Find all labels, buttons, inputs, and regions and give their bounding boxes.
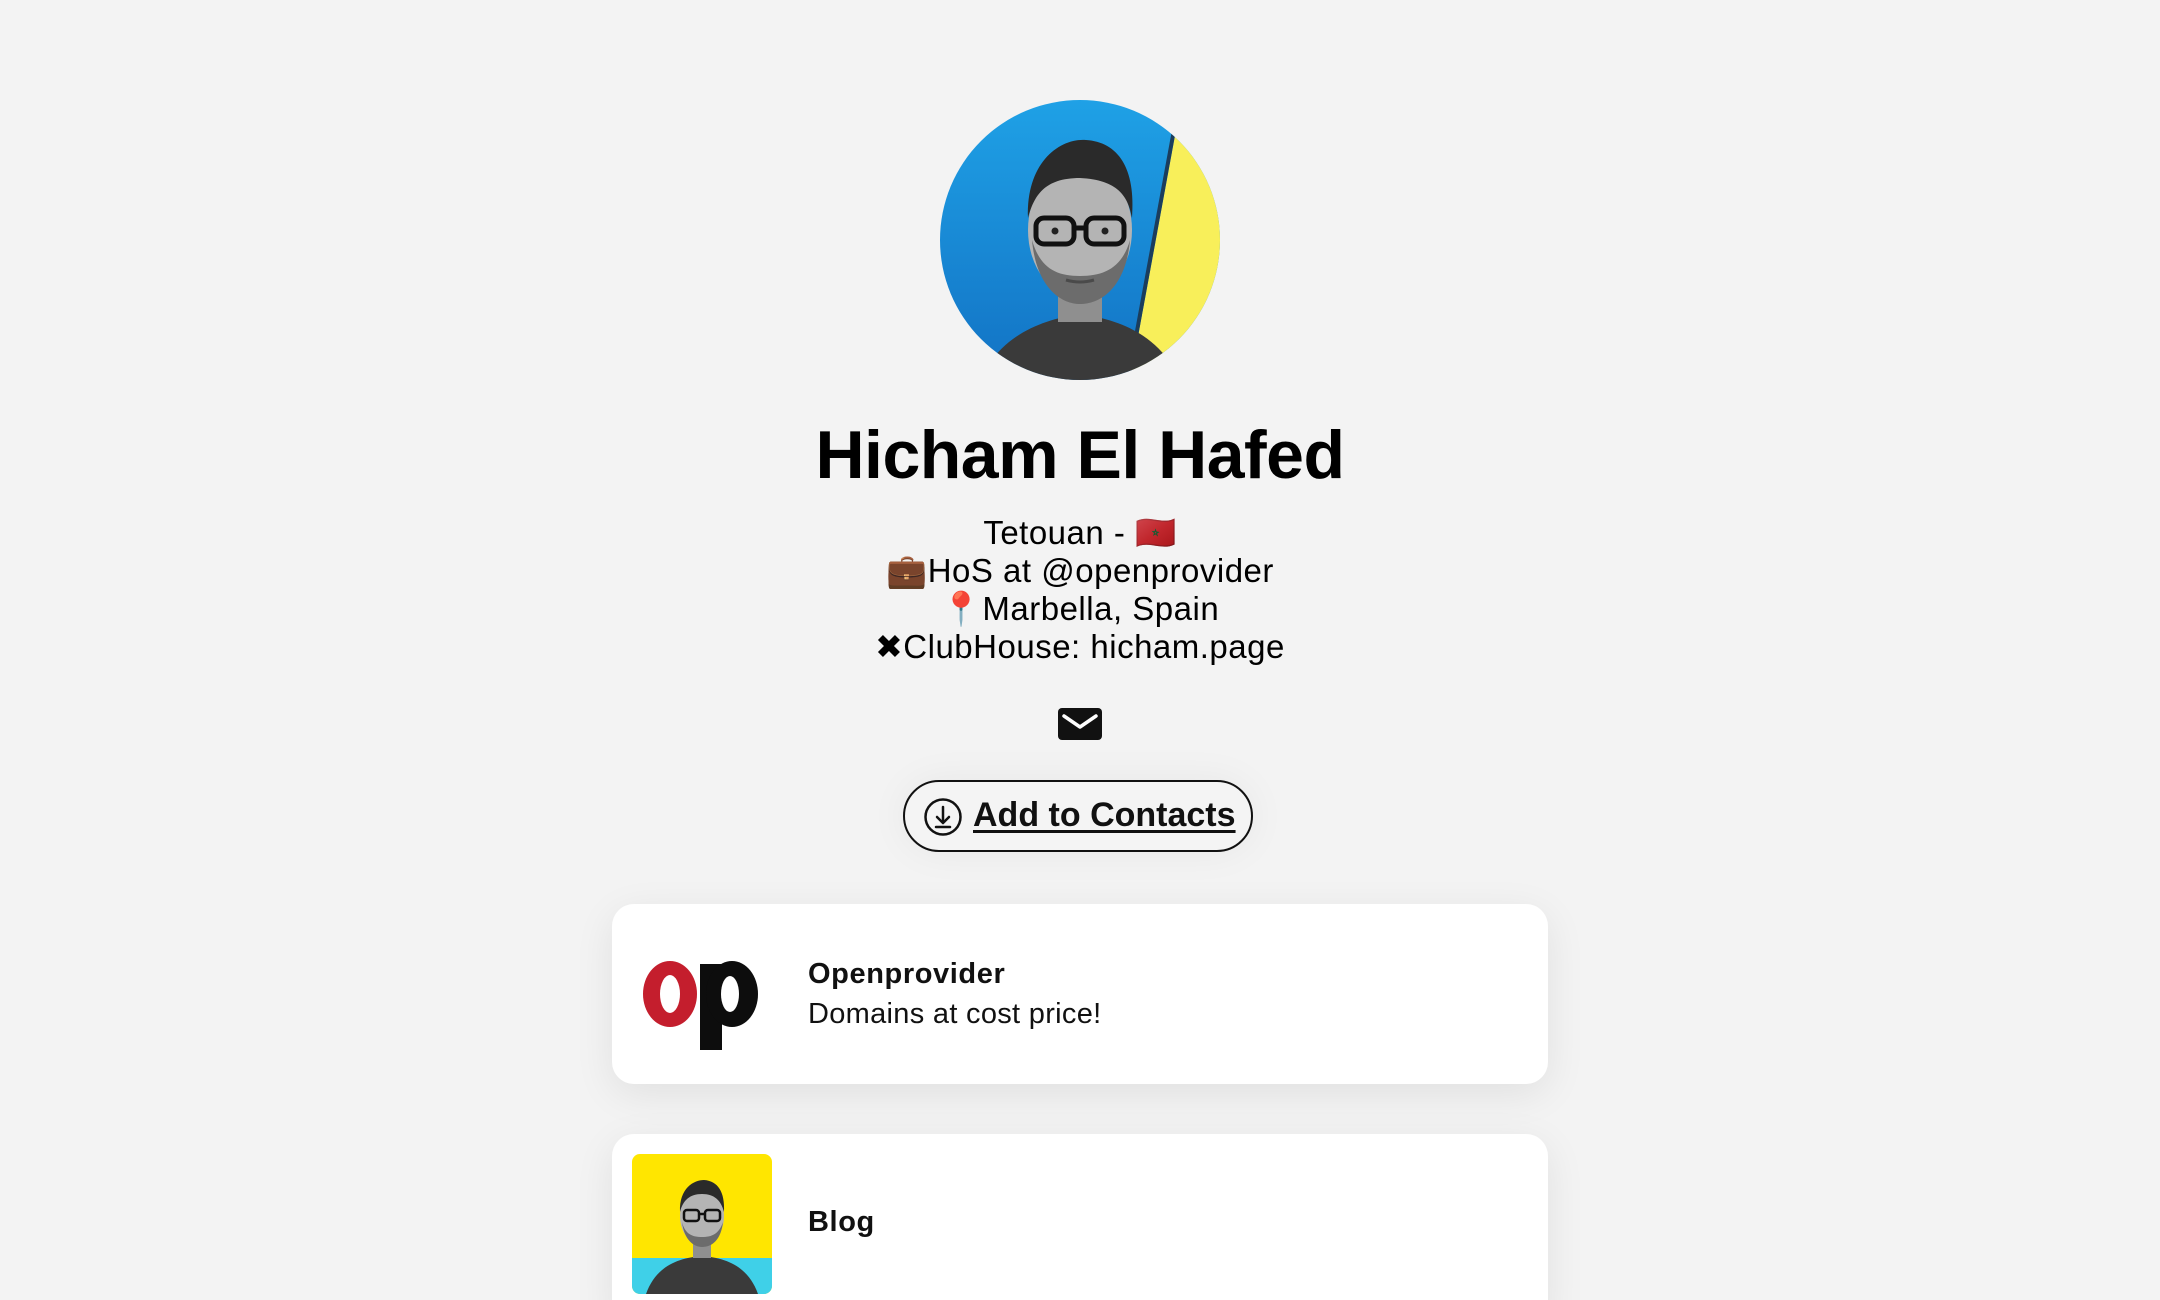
download-icon bbox=[924, 798, 962, 836]
bio-line-location: 📍Marbella, Spain bbox=[940, 590, 1220, 627]
profile-page: Hicham El Hafed Tetouan - 🇲🇦 💼HoS at @op… bbox=[0, 0, 2160, 1300]
blog-title: Blog bbox=[808, 1206, 875, 1238]
bio-line-clubhouse: ✖ClubHouse: hicham.page bbox=[875, 628, 1285, 665]
email-link[interactable] bbox=[1056, 706, 1104, 742]
link-card-openprovider[interactable]: Openprovider Domains at cost price! bbox=[612, 904, 1548, 1084]
bio-line-location-origin: Tetouan - 🇲🇦 bbox=[983, 514, 1177, 551]
bio-line-job: 💼HoS at @openprovider bbox=[886, 552, 1274, 589]
profile-avatar bbox=[940, 100, 1220, 380]
openprovider-logo bbox=[632, 924, 772, 1064]
openprovider-title: Openprovider bbox=[808, 958, 1006, 990]
add-to-contacts-label: Add to Contacts bbox=[973, 796, 1236, 834]
profile-name: Hicham El Hafed bbox=[815, 417, 1345, 493]
add-to-contacts-button[interactable]: Add to Contacts bbox=[903, 780, 1253, 852]
blog-thumbnail bbox=[632, 1154, 772, 1294]
profile-bio: Tetouan - 🇲🇦 💼HoS at @openprovider 📍Marb… bbox=[0, 514, 2160, 666]
openprovider-subtitle: Domains at cost price! bbox=[808, 998, 1102, 1030]
link-card-blog[interactable]: Blog bbox=[612, 1134, 1548, 1300]
mail-icon bbox=[1058, 708, 1102, 740]
